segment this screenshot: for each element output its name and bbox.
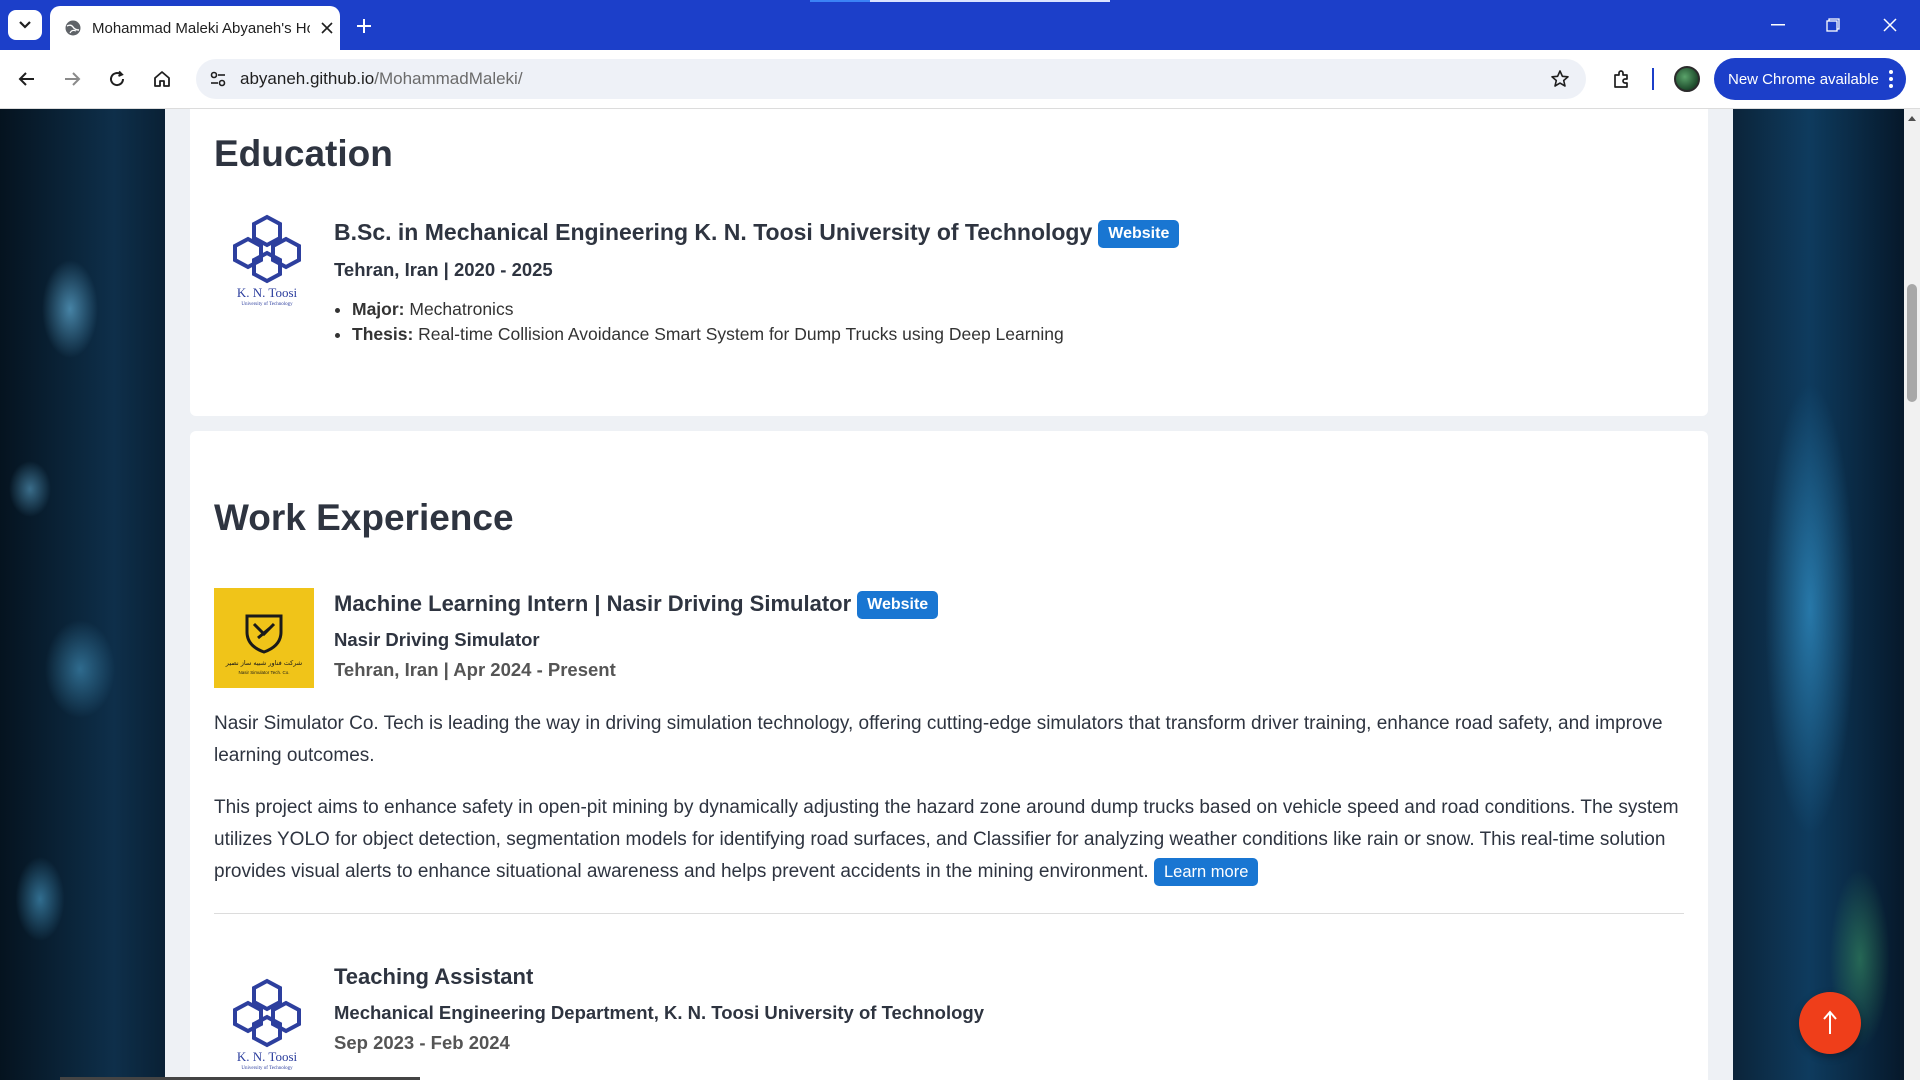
- thesis-label: Thesis:: [352, 324, 414, 344]
- nasir-emblem: شرکت فناور شبیه ساز نصیر Nasir Simulator…: [225, 614, 303, 675]
- scroll-up-arrow-icon[interactable]: [1907, 114, 1917, 124]
- degree-title-row: B.Sc. in Mechanical Engineering K. N. To…: [334, 219, 1180, 248]
- close-icon: [321, 22, 333, 34]
- job-location-dates: Tehran, Iran | Apr 2024 - Present: [334, 659, 616, 680]
- home-button[interactable]: [145, 62, 179, 96]
- arrow-up-icon: [1823, 1010, 1837, 1034]
- job-title: Machine Learning Intern | Nasir Driving …: [334, 591, 852, 616]
- nasir-logo: شرکت فناور شبیه ساز نصیر Nasir Simulator…: [214, 588, 314, 688]
- url-path: /MohammadMaleki/: [374, 69, 523, 88]
- close-window-button[interactable]: [1870, 10, 1910, 40]
- address-bar[interactable]: abyaneh.github.io/MohammadMaleki/: [196, 59, 1586, 99]
- minimize-icon: [1771, 24, 1785, 26]
- back-button[interactable]: [10, 62, 44, 96]
- kntu-logo-subtext: University of Technology: [241, 1066, 293, 1071]
- work-experience-card: Work Experience شرکت فناور شبیه ساز نصیر…: [190, 431, 1708, 1080]
- site-info-button[interactable]: [206, 67, 230, 91]
- bookmark-button[interactable]: [1548, 67, 1572, 91]
- kntu-logo-text: K. N. Toosi: [237, 1049, 298, 1064]
- chrome-update-button[interactable]: New Chrome available: [1714, 58, 1906, 100]
- ta-title: Teaching Assistant: [334, 964, 534, 989]
- new-tab-button[interactable]: [350, 12, 378, 40]
- list-item: Thesis: Real-time Collision Avoidance Sm…: [352, 322, 1064, 347]
- kntu-logo-text: K. N. Toosi: [237, 285, 298, 300]
- kntu-logo: K. N. Toosi University of Technology: [233, 978, 301, 1071]
- extensions-button[interactable]: [1604, 62, 1638, 96]
- job-divider: [214, 913, 1684, 914]
- education-heading: Education: [214, 133, 393, 174]
- tab-title: Mohammad Maleki Abyaneh's Homepage: [92, 19, 310, 37]
- nasir-website-button[interactable]: Website: [857, 591, 939, 620]
- ta-department: Mechanical Engineering Department, K. N.…: [334, 1002, 985, 1023]
- kntu-website-button[interactable]: Website: [1098, 219, 1180, 248]
- learn-more-button[interactable]: Learn more: [1154, 857, 1259, 886]
- close-icon: [1883, 18, 1897, 32]
- job-title-row: Machine Learning Intern | Nasir Driving …: [334, 591, 939, 620]
- kntu-logo: K. N. Toosi University of Technology: [233, 214, 301, 307]
- degree-title: B.Sc. in Mechanical Engineering K. N. To…: [334, 219, 1093, 245]
- url-host: abyaneh.github.io: [240, 69, 375, 88]
- update-label: New Chrome available: [1728, 70, 1879, 88]
- home-icon: [154, 71, 170, 87]
- arrow-left-icon: [18, 72, 34, 86]
- tune-icon: [210, 71, 226, 87]
- job-description-1: Nasir Simulator Co. Tech is leading the …: [214, 713, 1663, 766]
- puzzle-icon: [1614, 70, 1628, 88]
- job-company: Nasir Driving Simulator: [334, 629, 540, 650]
- plus-icon: [357, 19, 371, 33]
- globe-icon: [65, 20, 81, 36]
- major-label: Major:: [352, 299, 405, 319]
- education-details-list: Major: Mechatronics Thesis: Real-time Co…: [334, 297, 1064, 347]
- profile-avatar[interactable]: [1674, 66, 1700, 92]
- work-experience-heading: Work Experience: [214, 497, 514, 538]
- page-scrollbar[interactable]: [1904, 109, 1920, 1080]
- kntu-logo-subtext: University of Technology: [241, 302, 293, 307]
- url-text: abyaneh.github.io/MohammadMaleki/: [240, 69, 523, 89]
- browser-tab-active[interactable]: Mohammad Maleki Abyaneh's Homepage: [50, 6, 340, 50]
- page-viewport: Education K. N. Toosi University of Tech…: [0, 109, 1904, 1080]
- scrollbar-thumb[interactable]: [1907, 284, 1917, 402]
- toolbar-divider: [1652, 68, 1654, 90]
- nasir-logo-subtext: Nasir Simulator Tech. Co.: [239, 670, 290, 675]
- job-description-2: This project aims to enhance safety in o…: [214, 792, 1684, 888]
- job-description-2-text: This project aims to enhance safety in o…: [214, 797, 1679, 882]
- browser-toolbar: abyaneh.github.io/MohammadMaleki/ New Ch…: [0, 50, 1920, 109]
- reload-icon: [110, 70, 125, 87]
- tab-search-button[interactable]: [8, 10, 42, 40]
- tab-strip-accent-active: [810, 0, 870, 2]
- chevron-down-icon: [19, 21, 31, 29]
- minimize-button[interactable]: [1758, 10, 1798, 40]
- tab-close-button[interactable]: [316, 17, 338, 39]
- tab-strip: Mohammad Maleki Abyaneh's Homepage: [0, 0, 1920, 50]
- more-vertical-icon: [1889, 70, 1893, 88]
- arrow-right-icon: [65, 72, 81, 86]
- star-icon: [1551, 70, 1569, 87]
- back-to-top-button[interactable]: [1799, 992, 1861, 1054]
- ta-dates: Sep 2023 - Feb 2024: [334, 1032, 510, 1053]
- reload-button[interactable]: [100, 62, 134, 96]
- education-card: Education K. N. Toosi University of Tech…: [190, 109, 1708, 416]
- forward-button[interactable]: [55, 62, 89, 96]
- thesis-value: Real-time Collision Avoidance Smart Syst…: [418, 324, 1064, 344]
- restore-icon: [1826, 18, 1840, 32]
- restore-button[interactable]: [1813, 10, 1853, 40]
- nasir-logo-text: شرکت فناور شبیه ساز نصیر: [225, 659, 303, 667]
- education-location-dates: Tehran, Iran | 2020 - 2025: [334, 259, 553, 280]
- list-item: Major: Mechatronics: [352, 297, 1064, 322]
- major-value: Mechatronics: [409, 299, 514, 319]
